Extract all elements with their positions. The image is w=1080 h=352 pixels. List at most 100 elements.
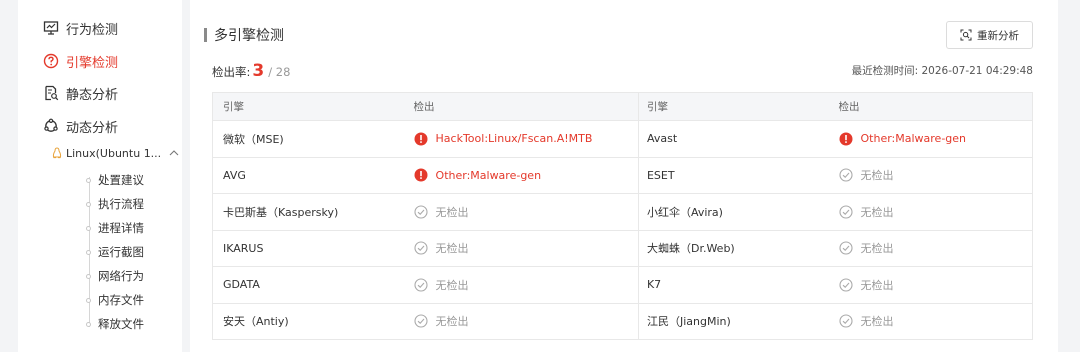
linux-icon — [52, 147, 62, 159]
detection-result: 无检出 — [409, 304, 638, 340]
detection-result: 无检出 — [834, 158, 1033, 194]
sidebar-item-behavior-detection[interactable]: 行为检测 — [18, 14, 182, 42]
detection-result-text: 无检出 — [860, 169, 894, 183]
sidebar-item-engine-detection[interactable]: 引擎检测 — [18, 47, 182, 75]
engine-results-table: 引擎 检出 引擎 检出 微软（MSE) HackTool:Linux/Fscan.… — [212, 92, 1033, 340]
engine-name: K7 — [637, 267, 834, 303]
sidebar: 行为检测 引擎检测 静态分析 动态分析 Linux(Ubuntu 1... 处置… — [18, 0, 182, 352]
tree-dot — [86, 273, 91, 279]
detection-result-text: 无检出 — [860, 278, 894, 292]
table-header: 引擎 检出 引擎 检出 — [213, 93, 1032, 121]
table-row: IKARUS 无检出 大蜘蛛（Dr.Web) 无检出 — [213, 230, 1033, 267]
table-row: 安天（Antiy) 无检出 江民（JiangMin) 无检出 — [213, 303, 1033, 340]
engine-name-text: ESET — [646, 168, 675, 182]
detection-clean: 无检出 — [838, 204, 894, 220]
column-header-engine: 引擎 — [223, 101, 244, 113]
sub-item-label: 运行截图 — [98, 245, 144, 259]
table-row: AVG Other:Malware-gen ESET 无检出 — [213, 157, 1033, 194]
engine-name: 大蜘蛛（Dr.Web) — [637, 230, 834, 266]
sub-item-execution-flow[interactable]: 执行流程 — [84, 194, 194, 214]
sidebar-item-static-analysis[interactable]: 静态分析 — [18, 79, 182, 107]
alert-icon — [839, 132, 852, 146]
detection-rate-label: 检出率: — [212, 65, 251, 79]
check-circle-icon — [838, 168, 853, 182]
detection-clean: 无检出 — [838, 240, 894, 256]
detection-clean: 无检出 — [838, 277, 894, 293]
detection-result: 无检出 — [409, 194, 638, 230]
sub-item-network-behavior[interactable]: 网络行为 — [84, 266, 194, 286]
reanalyze-label: 重新分析 — [977, 29, 1019, 42]
table-row: GDATA 无检出 K7 无检出 — [213, 267, 1032, 304]
engine-name-text: GDATA — [223, 278, 260, 292]
sidebar-item-label: 引擎检测 — [66, 55, 119, 71]
table-row: 微软（MSE) HackTool:Linux/Fscan.A!MTB Avast Ot… — [213, 121, 1032, 158]
engine-name-text: 微软（MSE) — [223, 132, 284, 146]
detection-clean: 无检出 — [413, 204, 469, 220]
engine-name-text: IKARUS — [223, 241, 264, 255]
sidebar-item-dynamic-analysis[interactable]: 动态分析 — [18, 112, 182, 140]
detection-result: 无检出 — [834, 231, 1033, 267]
chevron-up-icon[interactable] — [169, 150, 179, 156]
engine-name-text: K7 — [646, 278, 662, 292]
sub-item-label: 网络行为 — [98, 269, 144, 283]
tree-dot — [86, 249, 91, 255]
engine-name: AVG — [213, 158, 409, 194]
column-header-result: 检出 — [838, 101, 860, 113]
sub-item-process-details[interactable]: 进程详情 — [84, 218, 194, 238]
sidebar-item-label: 行为检测 — [66, 22, 119, 38]
last-detection-time: 最近检测时间: 2026-07-21 04:29:48 — [851, 65, 1033, 77]
tree-dot — [86, 225, 91, 231]
detection-result: 无检出 — [409, 231, 638, 267]
check-circle-icon — [838, 278, 853, 292]
column-header-engine: 引擎 — [637, 93, 834, 120]
sub-item-label: 内存文件 — [98, 293, 144, 307]
sidebar-item-label: 静态分析 — [66, 87, 119, 103]
table-row: 卡巴斯基（Kaspersky) 无检出 小红伞（Avira) 无检出 — [213, 194, 1032, 231]
check-circle-icon — [413, 278, 428, 292]
detection-result: Other:Malware-gen — [834, 121, 1033, 157]
check-circle-icon — [838, 205, 853, 219]
main-panel: 多引擎检测 重新分析 检出率: 3 / 28 最近检测时间: 2026-07-2… — [190, 0, 1058, 352]
detection-result: 无检出 — [834, 304, 1033, 340]
engine-name: IKARUS — [213, 231, 409, 267]
engine-name-text: 大蜘蛛（Dr.Web) — [646, 242, 735, 256]
detection-clean: 无检出 — [838, 167, 894, 183]
detection-result-text: 无检出 — [860, 205, 894, 219]
detection-result-text: Other:Malware-gen — [860, 132, 967, 146]
engine-name: 安天（Antiy) — [213, 304, 409, 340]
column-header-result: 检出 — [413, 101, 435, 113]
page-title: 多引擎检测 — [214, 28, 284, 44]
sub-item-label: 处置建议 — [98, 173, 144, 187]
engine-name: 江民（JiangMin) — [637, 303, 834, 339]
sub-item-memory-files[interactable]: 内存文件 — [84, 290, 194, 310]
rescan-icon — [960, 29, 972, 41]
title-accent-bar — [204, 28, 207, 42]
sub-item-disposal-advice[interactable]: 处置建议 — [84, 170, 194, 190]
detection-result-text: 无检出 — [435, 315, 469, 329]
engine-name: 卡巴斯基（Kaspersky) — [213, 194, 409, 230]
document-search-icon — [45, 85, 59, 101]
engine-name: Avast — [637, 121, 834, 157]
check-circle-icon — [413, 241, 428, 255]
engine-name-text: AVG — [223, 168, 246, 182]
sidebar-item-linux-ubuntu[interactable]: Linux(Ubuntu 1... — [52, 141, 192, 165]
sub-item-screenshots[interactable]: 运行截图 — [84, 242, 194, 262]
help-circle-icon — [43, 53, 59, 69]
page-gutter — [1058, 0, 1080, 352]
engine-name-text: Avast — [646, 132, 678, 146]
detection-rate-detected: 3 — [252, 61, 265, 81]
detection-hit: Other:Malware-gen — [414, 168, 541, 182]
sub-item-label: 进程详情 — [98, 221, 144, 235]
detection-rate: 检出率: 3 / 28 — [212, 61, 290, 81]
tree-dot — [86, 177, 91, 183]
reanalyze-button[interactable]: 重新分析 — [946, 21, 1033, 49]
detection-clean: 无检出 — [413, 313, 469, 329]
sub-item-dropped-files[interactable]: 释放文件 — [84, 314, 194, 334]
detection-result: 无检出 — [834, 267, 1033, 303]
sub-item-label: 释放文件 — [98, 317, 144, 331]
detection-result: HackTool:Linux/Fscan.A!MTB — [409, 121, 638, 157]
detection-result-text: 无检出 — [860, 242, 894, 256]
monitor-icon — [43, 21, 59, 35]
engine-name: 小红伞（Avira) — [637, 194, 834, 230]
detection-result-text: 无检出 — [435, 278, 469, 292]
